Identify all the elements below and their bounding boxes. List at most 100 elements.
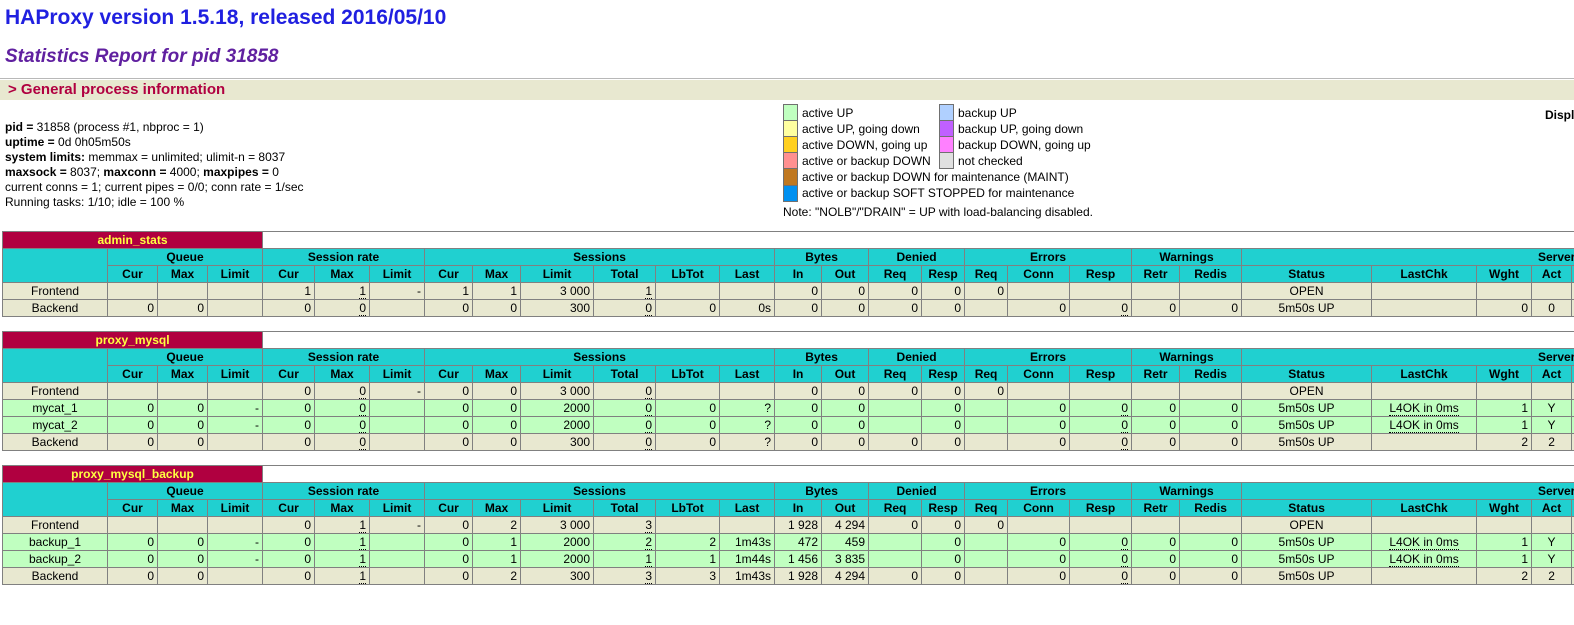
cell-act: 2 <box>1532 567 1572 584</box>
cell-warnings-redis: 0 <box>1180 416 1242 433</box>
cell-bytes-in: 0 <box>775 382 822 399</box>
cell-lastchk <box>1372 299 1477 316</box>
cell-name: backup_1 <box>3 533 108 550</box>
column-name-spacer <box>3 248 108 282</box>
cell-errors-req: 0 <box>965 282 1008 299</box>
process-info-line: pid = 31858 (process #1, nbproc = 1) <box>5 120 783 135</box>
column-group-session-rate: Session rate <box>263 248 425 265</box>
cell-bytes-out: 0 <box>822 282 869 299</box>
cell-status: 5m50s UP <box>1242 567 1372 584</box>
cell-errors-conn: 0 <box>1008 533 1070 550</box>
cell-queue-cur: 0 <box>108 433 158 450</box>
cell-rate-max: 1 <box>315 533 370 550</box>
cell-queue-cur: 0 <box>108 550 158 567</box>
proxy-title-spacer <box>263 465 1574 482</box>
column-group-server: Server <box>1242 248 1574 265</box>
column-header-status: Status <box>1242 365 1372 382</box>
cell-sess-total: 1 <box>594 550 656 567</box>
cell-warnings-redis: 0 <box>1180 433 1242 450</box>
cell-rate-cur: 0 <box>263 299 315 316</box>
cell-errors-resp: 0 <box>1070 399 1132 416</box>
column-group-server: Server <box>1242 482 1574 499</box>
column-header-rate-cur: Cur <box>263 499 315 516</box>
cell-weight: 2 <box>1477 433 1532 450</box>
column-header-status: Status <box>1242 265 1372 282</box>
cell-warnings-redis: 0 <box>1180 399 1242 416</box>
proxy-link-proxy_mysql[interactable]: proxy_mysql <box>96 333 170 347</box>
cell-status: OPEN <box>1242 516 1372 533</box>
column-header-denied-resp: Resp <box>922 499 965 516</box>
cell-denied-resp: 0 <box>922 550 965 567</box>
column-header-sess-max: Max <box>473 265 521 282</box>
cell-name: Backend <box>3 299 108 316</box>
cell-sess-cur: 0 <box>425 550 473 567</box>
column-header-queue-cur: Cur <box>108 265 158 282</box>
column-header-rate-max: Max <box>315 499 370 516</box>
proxy-title: proxy_mysql_backup <box>3 465 263 482</box>
cell-errors-req <box>965 567 1008 584</box>
cell-name: Backend <box>3 433 108 450</box>
column-header-status: Status <box>1242 499 1372 516</box>
column-header-queue-limit: Limit <box>208 265 263 282</box>
cell-errors-conn <box>1008 282 1070 299</box>
haproxy-version-link[interactable]: HAProxy version 1.5.18, released 2016/05… <box>5 6 1574 30</box>
cell-sess-limit: 300 <box>521 567 594 584</box>
stats-row-backend: Backend00000030000?000000005m50s UP22 <box>3 433 1574 450</box>
cell-warnings-retr: 0 <box>1132 533 1180 550</box>
column-header-rate-cur: Cur <box>263 265 315 282</box>
section-heading: > General process information <box>0 80 1574 100</box>
column-header-sess-lbtot: LbTot <box>656 365 720 382</box>
cell-errors-resp <box>1070 382 1132 399</box>
cell-denied-resp: 0 <box>922 516 965 533</box>
cell-denied-resp: 0 <box>922 433 965 450</box>
backup-up-going-down-swatch <box>940 121 954 137</box>
cell-errors-conn: 0 <box>1008 399 1070 416</box>
cell-queue-max <box>158 382 208 399</box>
stats-table-proxy-mysql-backup: proxy_mysql_backupQueueSession rateSessi… <box>2 465 1574 585</box>
cell-denied-req <box>869 533 922 550</box>
cell-queue-limit: - <box>208 550 263 567</box>
column-header-warnings-redis: Redis <box>1180 365 1242 382</box>
cell-errors-conn: 0 <box>1008 567 1070 584</box>
cell-queue-cur: 0 <box>108 567 158 584</box>
cell-queue-cur: 0 <box>108 533 158 550</box>
cell-rate-limit: - <box>370 382 425 399</box>
cell-sess-cur: 0 <box>425 382 473 399</box>
cell-rate-max: 0 <box>315 416 370 433</box>
column-header-queue-limit: Limit <box>208 365 263 382</box>
cell-queue-max: 0 <box>158 399 208 416</box>
column-header-bytes-out: Out <box>822 365 869 382</box>
column-header-queue-limit: Limit <box>208 499 263 516</box>
not-checked-swatch <box>940 153 954 169</box>
cell-weight <box>1477 282 1532 299</box>
cell-lastchk <box>1372 516 1477 533</box>
column-group-denied: Denied <box>869 348 965 365</box>
cell-sess-max: 0 <box>473 382 521 399</box>
proxy-link-proxy_mysql_backup[interactable]: proxy_mysql_backup <box>71 467 194 481</box>
cell-bytes-in: 1 456 <box>775 550 822 567</box>
process-info-line: Running tasks: 1/10; idle = 100 % <box>5 195 783 210</box>
cell-queue-limit <box>208 433 263 450</box>
cell-errors-conn: 0 <box>1008 299 1070 316</box>
proxy-title-spacer <box>263 231 1574 248</box>
cell-bytes-out: 0 <box>822 416 869 433</box>
column-header-warnings-retr: Retr <box>1132 265 1180 282</box>
cell-queue-limit: - <box>208 533 263 550</box>
column-group-errors: Errors <box>965 348 1132 365</box>
column-header-rate-max: Max <box>315 265 370 282</box>
column-header-act: Act <box>1532 265 1572 282</box>
cell-sess-max: 2 <box>473 516 521 533</box>
cell-queue-max: 0 <box>158 550 208 567</box>
cell-queue-limit <box>208 282 263 299</box>
column-header-rate-limit: Limit <box>370 265 425 282</box>
column-header-errors-resp: Resp <box>1070 265 1132 282</box>
proxy-title: admin_stats <box>3 231 263 248</box>
divider <box>0 78 1574 79</box>
column-group-denied: Denied <box>869 482 965 499</box>
cell-sess-lbtot: 0 <box>656 299 720 316</box>
column-header-sess-limit: Limit <box>521 499 594 516</box>
cell-errors-req <box>965 433 1008 450</box>
proxy-link-admin_stats[interactable]: admin_stats <box>98 233 168 247</box>
column-header-queue-max: Max <box>158 265 208 282</box>
cell-denied-req <box>869 550 922 567</box>
